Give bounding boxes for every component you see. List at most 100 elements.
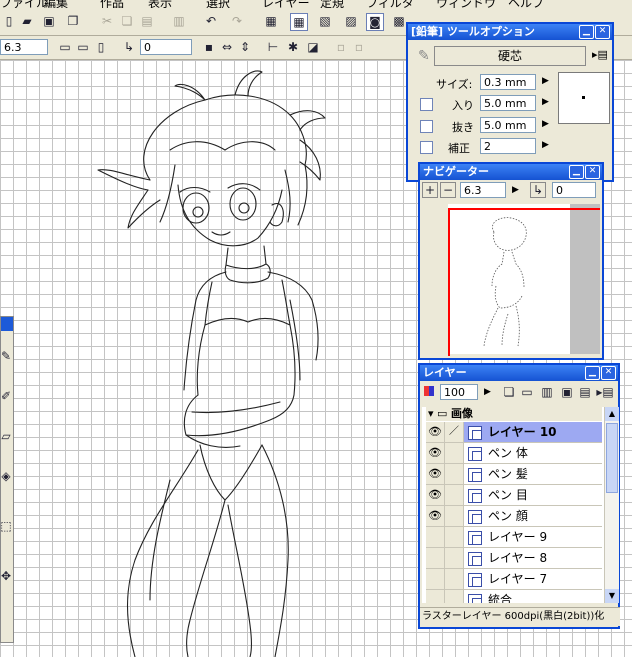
- minimize-icon[interactable]: ▁: [579, 25, 594, 39]
- edit-slot[interactable]: [445, 443, 464, 463]
- scroll-thumb[interactable]: [606, 423, 618, 493]
- view-toggle-2-icon[interactable]: ▧: [316, 12, 334, 30]
- opacity-field[interactable]: 100: [440, 384, 478, 400]
- menu-work[interactable]: 作品: [100, 0, 124, 8]
- tool-pen-icon[interactable]: ✐: [0, 387, 15, 405]
- folder-expand-icon[interactable]: ▾: [428, 407, 434, 420]
- save-all-icon[interactable]: ❐: [64, 12, 82, 30]
- menu-help[interactable]: ヘルプ: [508, 0, 544, 8]
- out-checkbox[interactable]: [420, 120, 433, 133]
- navigator-zoom-field[interactable]: 6.3: [460, 182, 506, 198]
- navigator-preview[interactable]: [448, 204, 600, 356]
- layer-folder-row[interactable]: ▾ ▭ 画像: [426, 407, 602, 421]
- menu-file[interactable]: ファイル: [0, 0, 48, 8]
- navigator-zoom-arrow-icon[interactable]: ▶: [512, 185, 519, 195]
- visibility-slot[interactable]: [426, 548, 445, 568]
- eye-icon[interactable]: 👁: [426, 485, 445, 505]
- perspective-icon[interactable]: ◪: [304, 38, 322, 56]
- undo-icon[interactable]: ↶: [202, 12, 220, 30]
- disabled-tool-1-icon[interactable]: ▫: [332, 38, 350, 56]
- layer-row[interactable]: 👁 ペン 体: [426, 443, 602, 464]
- layers-menu-icon[interactable]: ▸▤: [596, 383, 614, 401]
- page-icon[interactable]: ▭: [56, 38, 74, 56]
- reset-view-icon[interactable]: ▪: [200, 38, 218, 56]
- navigator-rotate-icon[interactable]: ↳: [530, 182, 546, 198]
- in-arrow-icon[interactable]: ▶: [542, 97, 549, 107]
- navigator-rotation-field[interactable]: 0: [552, 182, 596, 198]
- tool-options-titlebar[interactable]: [鉛筆] ツールオプション ▁ ✕: [408, 24, 612, 40]
- layer-row[interactable]: 👁 ペン 髪: [426, 464, 602, 485]
- out-arrow-icon[interactable]: ▶: [542, 119, 549, 129]
- page-fit-icon[interactable]: ▭: [74, 38, 92, 56]
- correct-checkbox[interactable]: [420, 141, 433, 154]
- open-folder-icon[interactable]: ▰: [18, 12, 36, 30]
- correct-arrow-icon[interactable]: ▶: [542, 140, 549, 150]
- menu-edit[interactable]: 編集: [44, 0, 68, 8]
- eye-icon[interactable]: 👁: [426, 422, 445, 442]
- size-arrow-icon[interactable]: ▶: [542, 76, 549, 86]
- save-icon[interactable]: ▣: [40, 12, 58, 30]
- layer-color-icon[interactable]: [424, 386, 434, 396]
- view-toggle-3-icon[interactable]: ▨: [342, 12, 360, 30]
- tool-fill-icon[interactable]: ◈: [0, 467, 15, 485]
- edit-slot[interactable]: [445, 569, 464, 589]
- paste-icon[interactable]: ▤: [138, 12, 156, 30]
- view-toggle-4-icon[interactable]: ◙: [366, 13, 384, 31]
- rotate-icon[interactable]: ↳: [120, 38, 138, 56]
- print-icon[interactable]: ▦: [262, 12, 280, 30]
- ruler-icon[interactable]: ⊢: [264, 38, 282, 56]
- cut-icon[interactable]: ✂: [98, 12, 116, 30]
- eye-icon[interactable]: 👁: [426, 443, 445, 463]
- layers-minimize-icon[interactable]: ▁: [585, 366, 600, 380]
- delete-layer-icon[interactable]: ▥: [538, 383, 556, 401]
- eye-icon[interactable]: 👁: [426, 464, 445, 484]
- edit-pen-icon[interactable]: ／: [445, 422, 464, 442]
- menu-layer[interactable]: レイヤー: [262, 0, 310, 8]
- copy-icon[interactable]: ❏: [118, 12, 136, 30]
- layers-close-icon[interactable]: ✕: [601, 366, 616, 380]
- new-layer-icon[interactable]: ❏: [500, 383, 518, 401]
- zoom-in-icon[interactable]: +: [422, 182, 438, 198]
- page-width-icon[interactable]: ▯: [92, 38, 110, 56]
- menu-filter[interactable]: フィルタ: [366, 0, 414, 8]
- layer-row[interactable]: レイヤー 8: [426, 548, 602, 569]
- out-field[interactable]: 5.0 mm: [480, 117, 536, 133]
- tool-eraser-icon[interactable]: ▱: [0, 427, 15, 445]
- panel-menu-icon[interactable]: ▸▤: [592, 48, 608, 61]
- in-field[interactable]: 5.0 mm: [480, 95, 536, 111]
- edit-slot[interactable]: [445, 464, 464, 484]
- edit-slot[interactable]: [445, 527, 464, 547]
- preset-selector[interactable]: 硬芯: [434, 46, 586, 66]
- edit-slot[interactable]: [445, 548, 464, 568]
- tool-select-icon[interactable]: ⬚: [0, 517, 15, 535]
- redo-icon[interactable]: ↷: [228, 12, 246, 30]
- edit-slot[interactable]: [445, 485, 464, 505]
- close-icon[interactable]: ✕: [595, 25, 610, 39]
- delete-icon[interactable]: ▥: [170, 12, 188, 30]
- menu-select[interactable]: 選択: [206, 0, 230, 8]
- zoom-field[interactable]: 6.3: [0, 39, 48, 55]
- visibility-slot[interactable]: [426, 590, 445, 603]
- layer-row[interactable]: 👁 ペン 目: [426, 485, 602, 506]
- correct-field[interactable]: 2: [480, 138, 536, 154]
- menu-window[interactable]: ウィンドウ: [436, 0, 496, 8]
- grid-snap-icon[interactable]: ✱: [284, 38, 302, 56]
- new-file-icon[interactable]: ▯: [0, 12, 18, 30]
- merge-layer-icon[interactable]: ▤: [576, 383, 594, 401]
- scroll-down-icon[interactable]: ▼: [605, 589, 619, 603]
- layer-row[interactable]: 統合: [426, 590, 602, 603]
- menu-ruler[interactable]: 定規: [320, 0, 344, 8]
- flip-vertical-icon[interactable]: ⇕: [236, 38, 254, 56]
- layer-row[interactable]: 👁 ／ レイヤー 10: [426, 422, 602, 443]
- flip-horizontal-icon[interactable]: ⇔: [218, 38, 236, 56]
- in-checkbox[interactable]: [420, 98, 433, 111]
- scroll-up-icon[interactable]: ▲: [605, 407, 619, 421]
- visibility-slot[interactable]: [426, 527, 445, 547]
- navigator-titlebar[interactable]: ナビゲーター ▁ ✕: [420, 164, 602, 180]
- lock-layer-icon[interactable]: ▣: [558, 383, 576, 401]
- view-toggle-1-icon[interactable]: ▦: [290, 13, 308, 31]
- size-field[interactable]: 0.3 mm: [480, 74, 536, 90]
- layer-scrollbar[interactable]: ▲ ▼: [604, 407, 619, 603]
- layers-titlebar[interactable]: レイヤー ▁ ✕: [420, 365, 618, 381]
- menu-view[interactable]: 表示: [148, 0, 172, 8]
